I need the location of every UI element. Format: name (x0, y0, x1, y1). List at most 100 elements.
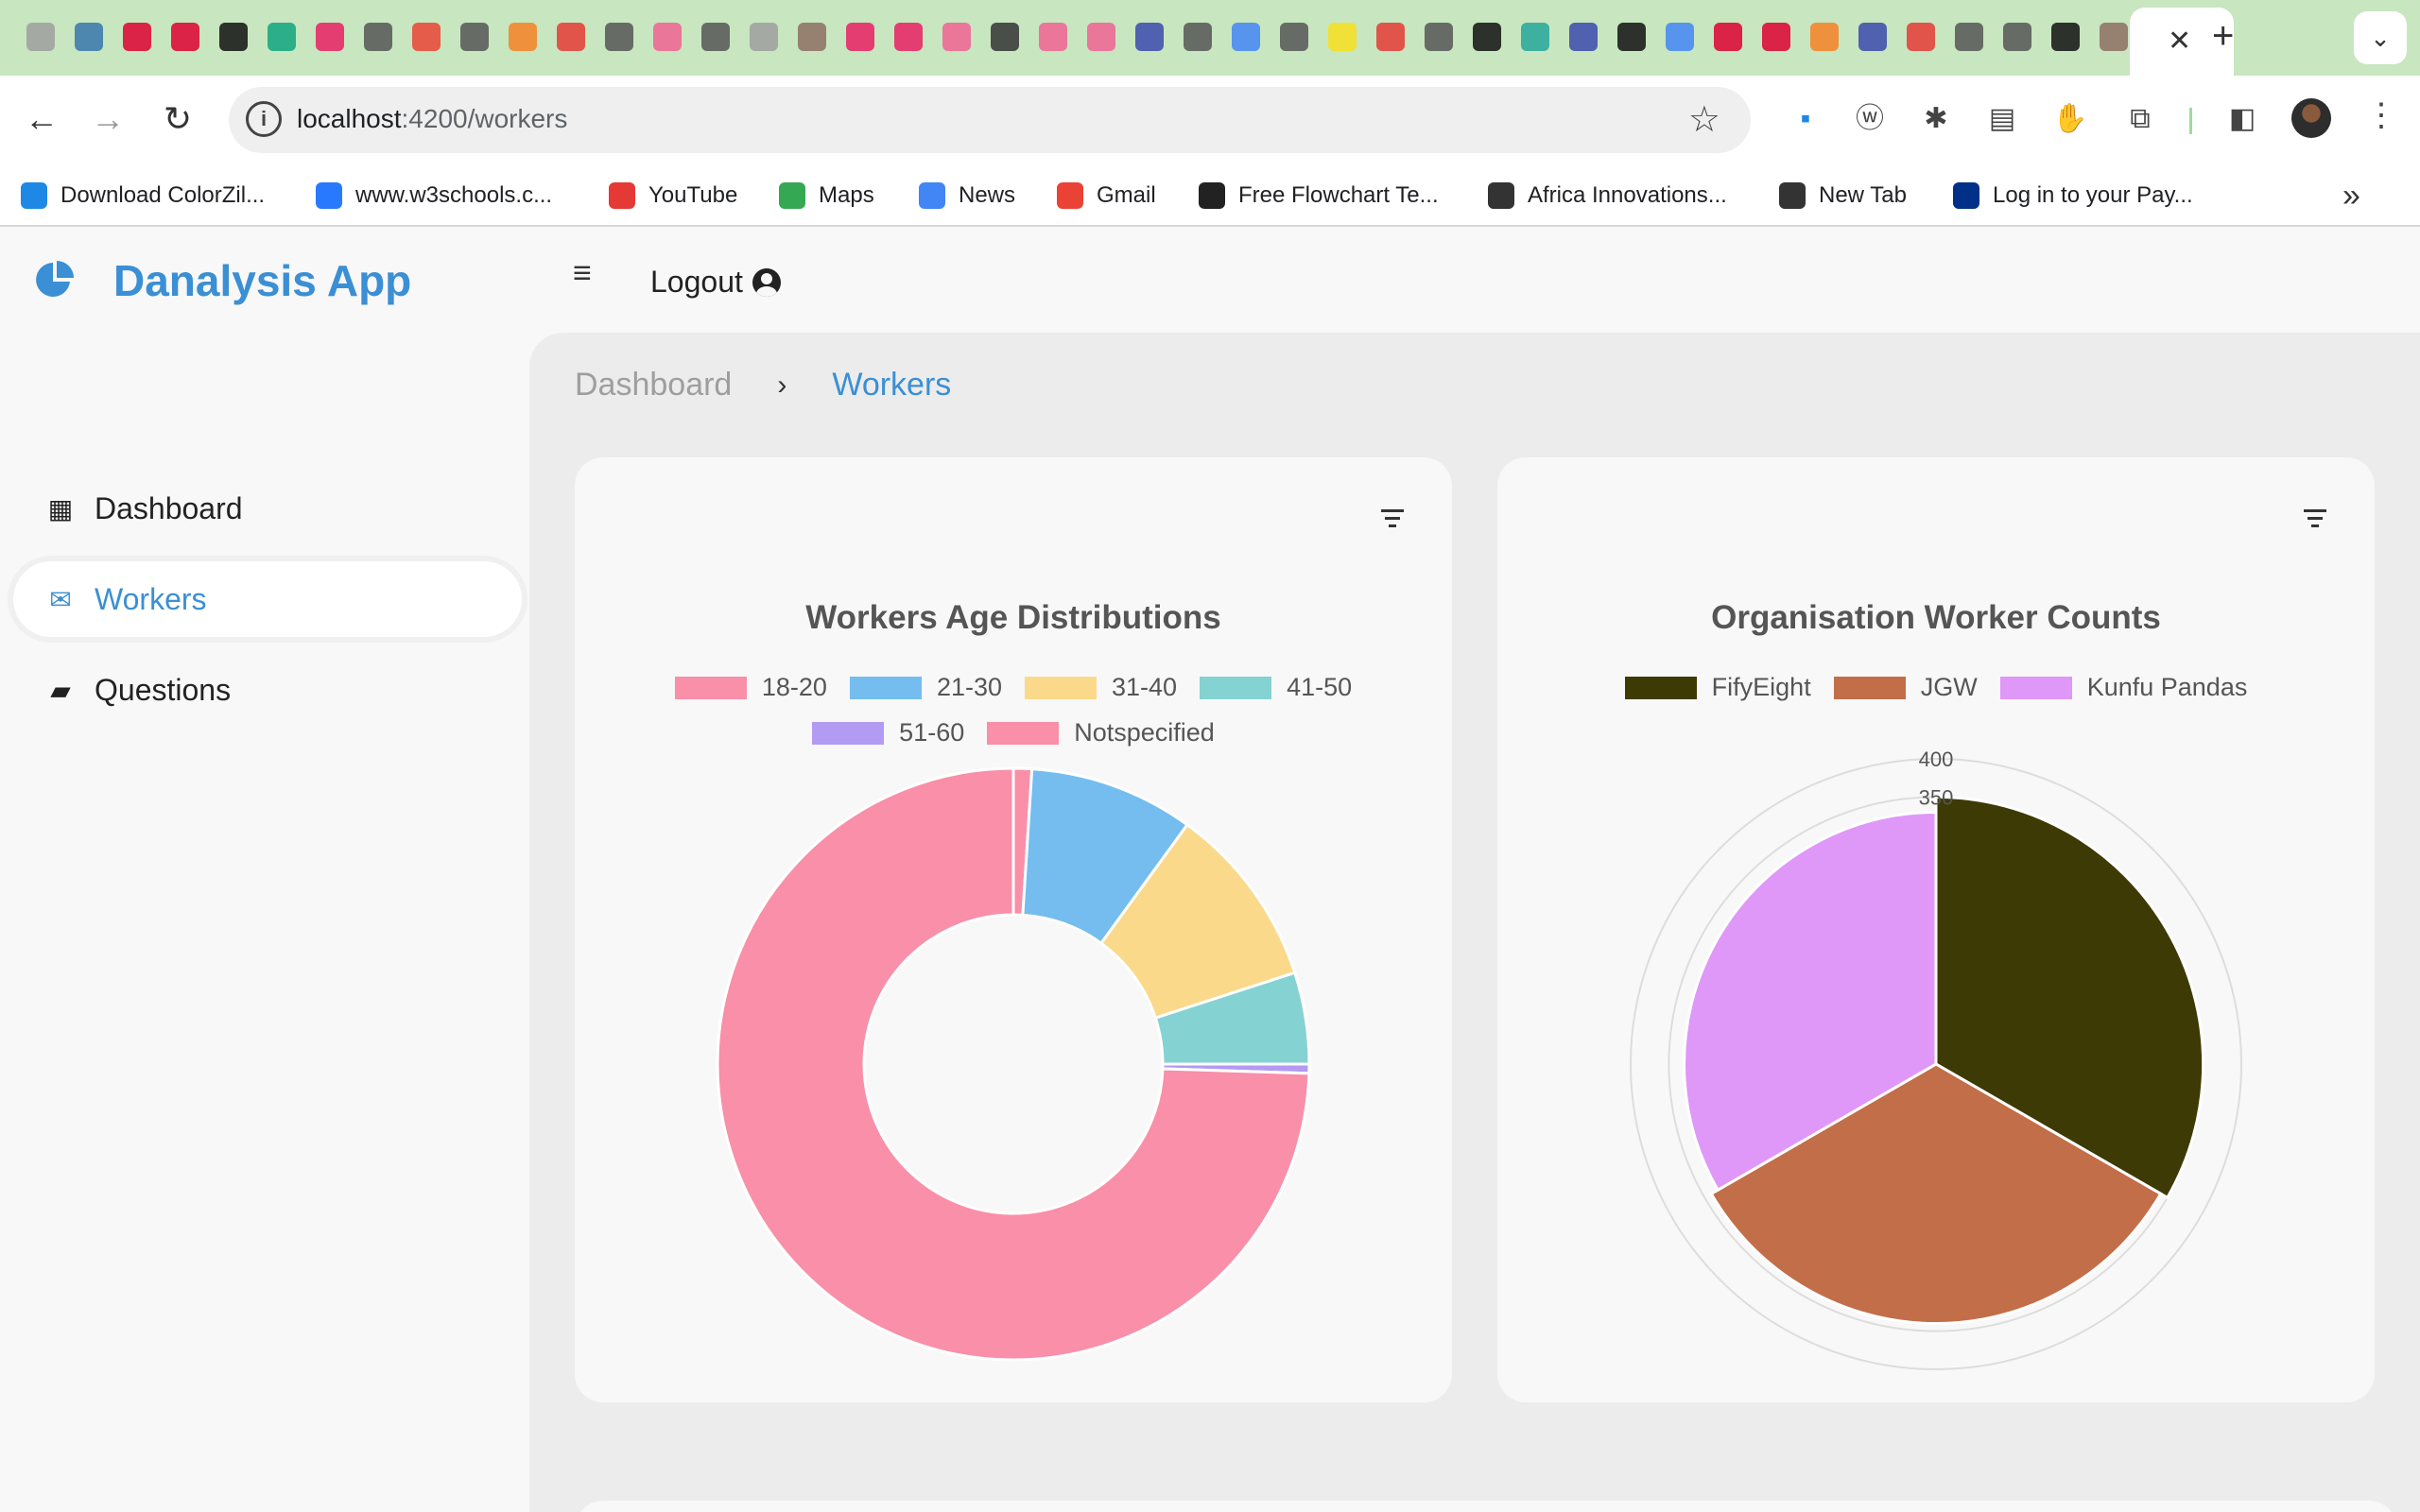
bookmark-label: Free Flowchart Te... (1238, 182, 1439, 208)
tab-favicon-icon[interactable] (2100, 23, 2128, 51)
pie-chart-logo-icon (36, 261, 74, 297)
tab-favicon-icon[interactable] (509, 23, 537, 51)
new-tab-button[interactable]: + (2212, 17, 2234, 55)
tab-favicon-icon[interactable] (1135, 23, 1164, 51)
tab-favicon-icon[interactable] (1376, 23, 1405, 51)
tab-favicon-icon[interactable] (701, 23, 730, 51)
clipboard-icon[interactable]: ▤ (1983, 100, 2021, 138)
tab-favicon-icon[interactable] (1858, 23, 1887, 51)
breadcrumb-dashboard-link[interactable]: Dashboard (575, 367, 732, 404)
tab-favicon-icon[interactable] (653, 23, 682, 51)
tab-favicon-icon[interactable] (1907, 23, 1935, 51)
bookmark-label: Africa Innovations... (1528, 182, 1727, 208)
bookmark-label: YouTube (648, 182, 738, 208)
radial-tick-label: 350 (1919, 785, 1954, 809)
reload-button[interactable]: ↻ (155, 96, 200, 142)
bookmark-item[interactable]: Africa Innovations... (1488, 180, 1727, 212)
globe-icon (1779, 182, 1806, 209)
hand-icon[interactable]: ✋ (2051, 100, 2089, 138)
tab-favicon-icon[interactable] (1666, 23, 1694, 51)
tab-favicon-icon[interactable] (1087, 23, 1115, 51)
tab-favicon-icon[interactable] (123, 23, 151, 51)
bookmark-item[interactable]: YouTube (609, 180, 737, 212)
logout-button[interactable]: Logout (650, 265, 781, 300)
tab-favicon-icon[interactable] (316, 23, 344, 51)
tab-favicon-icon[interactable] (1328, 23, 1357, 51)
forward-button[interactable]: → (85, 96, 130, 142)
tab-favicon-icon[interactable] (894, 23, 923, 51)
extension-icon[interactable]: ▪ (1787, 100, 1824, 138)
bookmark-item[interactable]: www.w3schools.c... (316, 180, 552, 212)
bookmark-star-icon[interactable]: ☆ (1688, 98, 1720, 141)
tab-favicon-icon[interactable] (1714, 23, 1742, 51)
tab-favicon-icon[interactable] (268, 23, 296, 51)
youtube-icon (609, 182, 635, 209)
tab-favicon-icon[interactable] (846, 23, 874, 51)
tab-favicon-icon[interactable] (1762, 23, 1790, 51)
hamburger-menu-icon[interactable]: ≡ (573, 255, 592, 292)
bookmark-item[interactable]: Gmail (1057, 180, 1156, 212)
sidebar: ▦ Dashboard ✉ Workers ▰ Questions (0, 333, 529, 1512)
tab-favicon-icon[interactable] (364, 23, 392, 51)
radial-tick-label: 400 (1919, 747, 1954, 771)
bug-icon[interactable]: ✱ (1917, 100, 1955, 138)
bookmark-item[interactable]: Log in to your Pay... (1953, 180, 2193, 212)
maps-icon (779, 182, 805, 209)
tab-favicon-icon[interactable] (2003, 23, 2031, 51)
tab-favicon-icon[interactable] (991, 23, 1019, 51)
tab-favicon-icon[interactable] (171, 23, 199, 51)
bookmark-item[interactable]: New Tab (1779, 180, 1907, 212)
side-panel-icon[interactable]: ◧ (2223, 100, 2261, 138)
tab-favicon-icon[interactable] (1617, 23, 1646, 51)
tab-favicon-icon[interactable] (1810, 23, 1839, 51)
main-content: Dashboard › Workers Workers Age Distribu… (529, 333, 2420, 1512)
more-bookmarks-icon[interactable]: » (2342, 178, 2360, 215)
browser-menu-icon[interactable]: ⋮ (2365, 96, 2397, 134)
address-bar[interactable]: i localhost:4200/workers ☆ (229, 87, 1751, 153)
tab-favicon-icon[interactable] (1039, 23, 1067, 51)
tab-favicon-icon[interactable] (1184, 23, 1212, 51)
tab-favicon-icon[interactable] (26, 23, 55, 51)
tab-search-button[interactable]: ⌄ (2354, 11, 2407, 64)
profile-avatar[interactable] (2291, 98, 2331, 138)
tab-favicon-icon[interactable] (1280, 23, 1308, 51)
age-distribution-card: Workers Age Distributions 18-20 21-30 31-4… (575, 457, 1452, 1402)
bookmark-label: www.w3schools.c... (355, 182, 553, 208)
tab-favicon-icon[interactable] (1232, 23, 1260, 51)
back-button[interactable]: ← (19, 96, 64, 142)
tab-favicon-icon[interactable] (2051, 23, 2080, 51)
tab-favicon-icon[interactable] (1521, 23, 1549, 51)
tab-favicon-icon[interactable] (1955, 23, 1983, 51)
tab-favicon-icon[interactable] (1425, 23, 1453, 51)
tab-favicon-icon[interactable] (1473, 23, 1501, 51)
sidebar-item-dashboard[interactable]: ▦ Dashboard (13, 471, 522, 546)
next-card (575, 1501, 2397, 1512)
site-info-icon[interactable]: i (246, 101, 282, 137)
close-tab-icon[interactable]: ✕ (2168, 25, 2191, 58)
tab-favicon-icon[interactable] (75, 23, 103, 51)
app-title[interactable]: Danalysis App (113, 255, 411, 306)
sidebar-item-questions[interactable]: ▰ Questions (13, 652, 522, 728)
bookmark-item[interactable]: News (919, 180, 1015, 212)
sidebar-item-label: Workers (95, 581, 207, 616)
bookmark-item[interactable]: Download ColorZil... (21, 180, 265, 212)
bookmark-label: News (959, 182, 1016, 208)
sidebar-item-workers[interactable]: ✉ Workers (13, 561, 522, 637)
tab-favicon-icon[interactable] (605, 23, 633, 51)
toolbar-divider (2189, 108, 2192, 134)
url-text[interactable]: localhost:4200/workers (297, 104, 567, 134)
tab-favicon-icon[interactable] (557, 23, 585, 51)
app-header: Danalysis App ≡ Logout (0, 227, 2420, 333)
tab-favicon-icon[interactable] (1569, 23, 1598, 51)
bookmark-item[interactable]: Maps (779, 180, 874, 212)
url-host: localhost (297, 104, 402, 133)
tab-favicon-icon[interactable] (942, 23, 971, 51)
tab-favicon-icon[interactable] (219, 23, 248, 51)
tab-favicon-icon[interactable] (412, 23, 441, 51)
tab-favicon-icon[interactable] (798, 23, 826, 51)
extensions-puzzle-icon[interactable]: ⧉ (2121, 100, 2159, 138)
wordpress-icon[interactable]: ⓦ (1851, 100, 1889, 138)
tab-favicon-icon[interactable] (750, 23, 778, 51)
bookmark-item[interactable]: Free Flowchart Te... (1199, 180, 1439, 212)
tab-favicon-icon[interactable] (460, 23, 489, 51)
